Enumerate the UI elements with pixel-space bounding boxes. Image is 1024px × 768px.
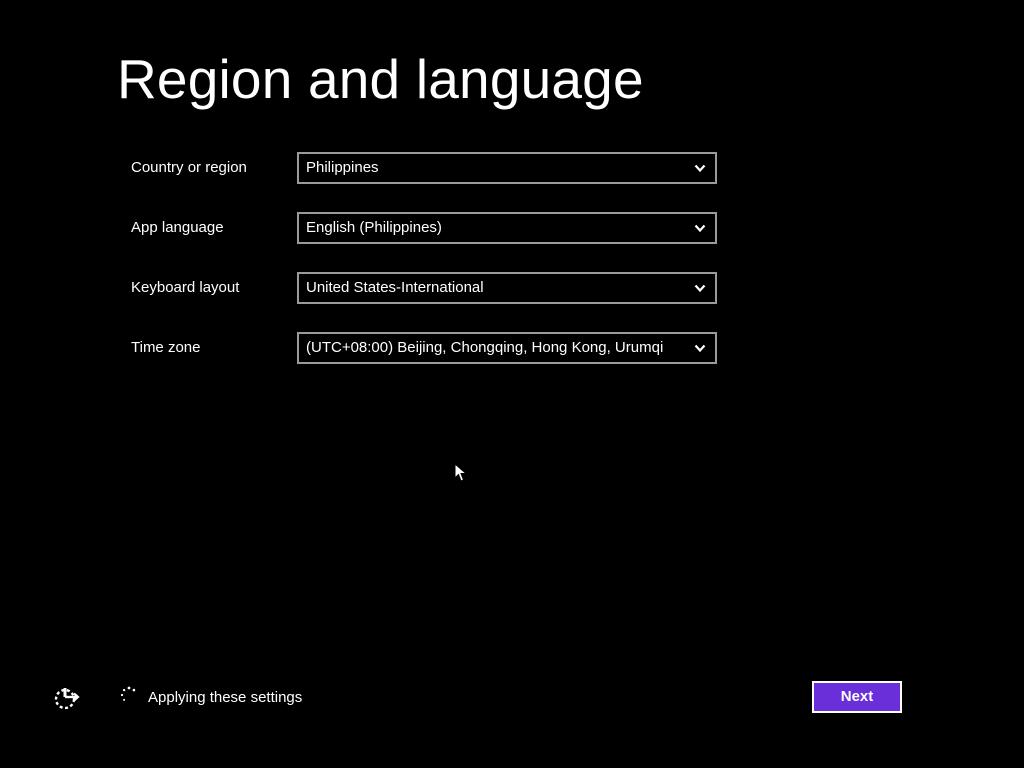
chevron-down-icon <box>694 224 706 233</box>
loading-spinner-icon <box>120 686 136 701</box>
app-language-select[interactable]: English (Philippines) <box>297 212 717 244</box>
country-select[interactable]: Philippines <box>297 152 717 184</box>
region-language-screen: Region and language Country or region Ph… <box>0 0 1024 768</box>
country-row: Country or region Philippines <box>131 152 731 184</box>
mouse-cursor-icon <box>454 463 468 482</box>
country-label: Country or region <box>131 159 247 176</box>
time-zone-row: Time zone (UTC+08:00) Beijing, Chongqing… <box>131 332 731 364</box>
chevron-down-icon <box>694 344 706 353</box>
keyboard-layout-row: Keyboard layout United States-Internatio… <box>131 272 731 304</box>
keyboard-layout-value: United States-International <box>306 279 484 296</box>
page-title: Region and language <box>117 48 644 110</box>
time-zone-label: Time zone <box>131 339 201 356</box>
next-button[interactable]: Next <box>812 681 902 713</box>
keyboard-layout-select[interactable]: United States-International <box>297 272 717 304</box>
ease-of-access-icon[interactable] <box>53 685 81 711</box>
keyboard-layout-label: Keyboard layout <box>131 279 240 296</box>
app-language-label: App language <box>131 219 224 236</box>
country-value: Philippines <box>306 159 379 176</box>
time-zone-value: (UTC+08:00) Beijing, Chongqing, Hong Kon… <box>306 339 664 356</box>
chevron-down-icon <box>694 284 706 293</box>
app-language-value: English (Philippines) <box>306 219 442 236</box>
chevron-down-icon <box>694 164 706 173</box>
status-text: Applying these settings <box>148 689 303 706</box>
time-zone-select[interactable]: (UTC+08:00) Beijing, Chongqing, Hong Kon… <box>297 332 717 364</box>
app-language-row: App language English (Philippines) <box>131 212 731 244</box>
